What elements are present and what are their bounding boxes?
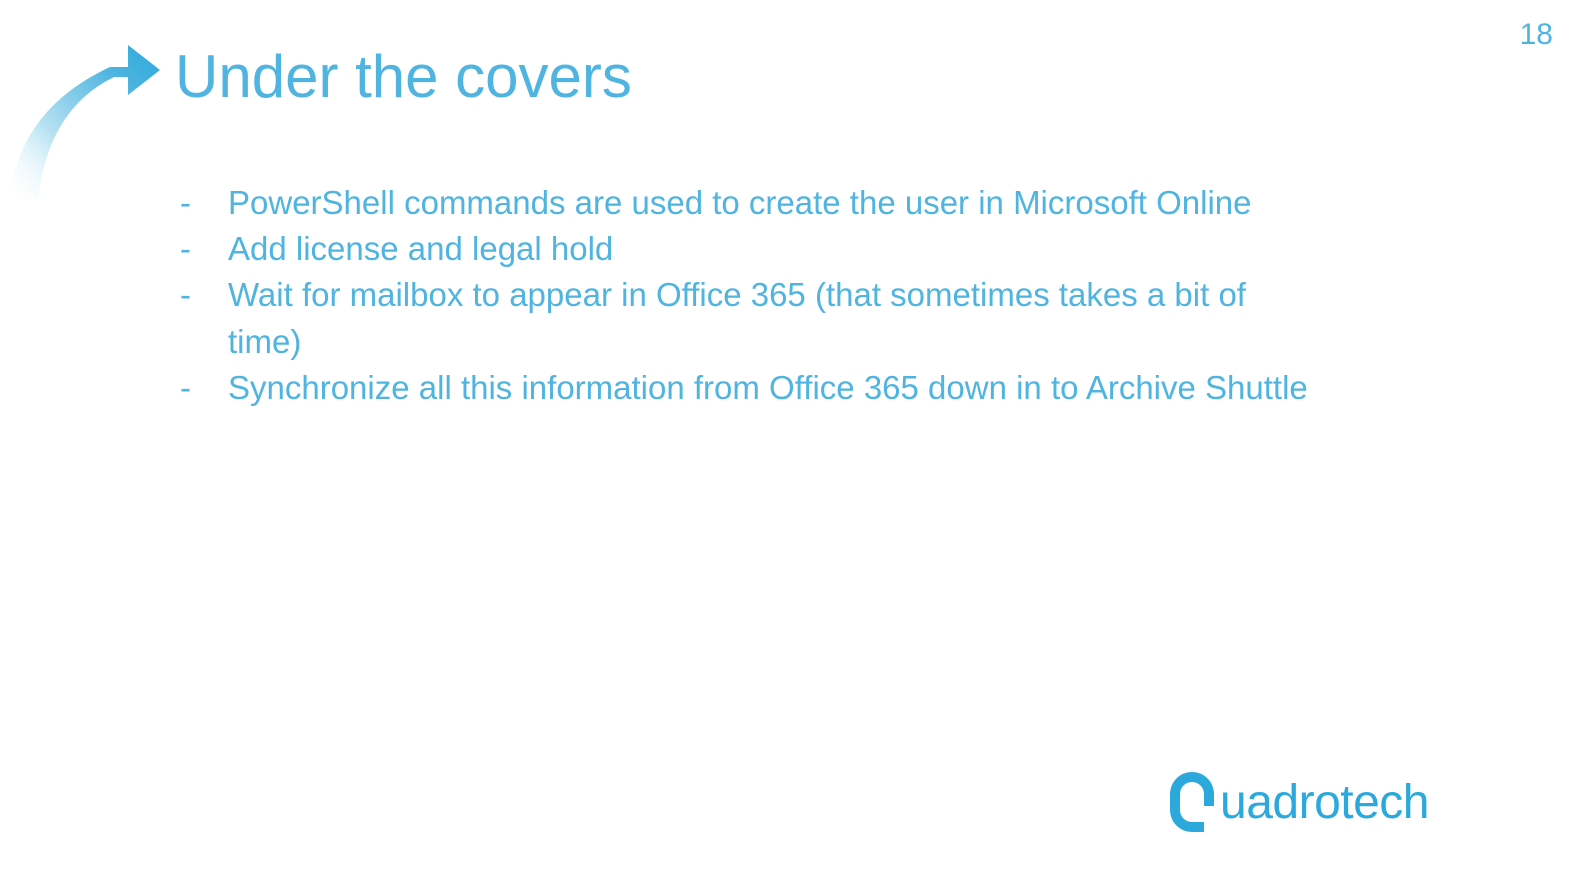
list-item: - Add license and legal hold: [180, 226, 1320, 272]
slide-title: Under the covers: [175, 42, 632, 111]
corner-swoosh-icon: [0, 35, 165, 205]
bullet-dash-icon: -: [180, 365, 228, 411]
bullet-dash-icon: -: [180, 272, 228, 318]
list-item: - PowerShell commands are used to create…: [180, 180, 1320, 226]
bullet-text: Wait for mailbox to appear in Office 365…: [228, 272, 1320, 364]
list-item: - Synchronize all this information from …: [180, 365, 1320, 411]
bullet-text: PowerShell commands are used to create t…: [228, 180, 1320, 226]
bullet-dash-icon: -: [180, 226, 228, 272]
bullet-dash-icon: -: [180, 180, 228, 226]
company-logo: uadrotech: [1168, 762, 1513, 843]
bullet-list: - PowerShell commands are used to create…: [180, 180, 1320, 411]
list-item: - Wait for mailbox to appear in Office 3…: [180, 272, 1320, 364]
bullet-text: Synchronize all this information from Of…: [228, 365, 1320, 411]
logo-text: uadrotech: [1220, 776, 1429, 829]
page-number: 18: [1520, 18, 1553, 52]
bullet-text: Add license and legal hold: [228, 226, 1320, 272]
